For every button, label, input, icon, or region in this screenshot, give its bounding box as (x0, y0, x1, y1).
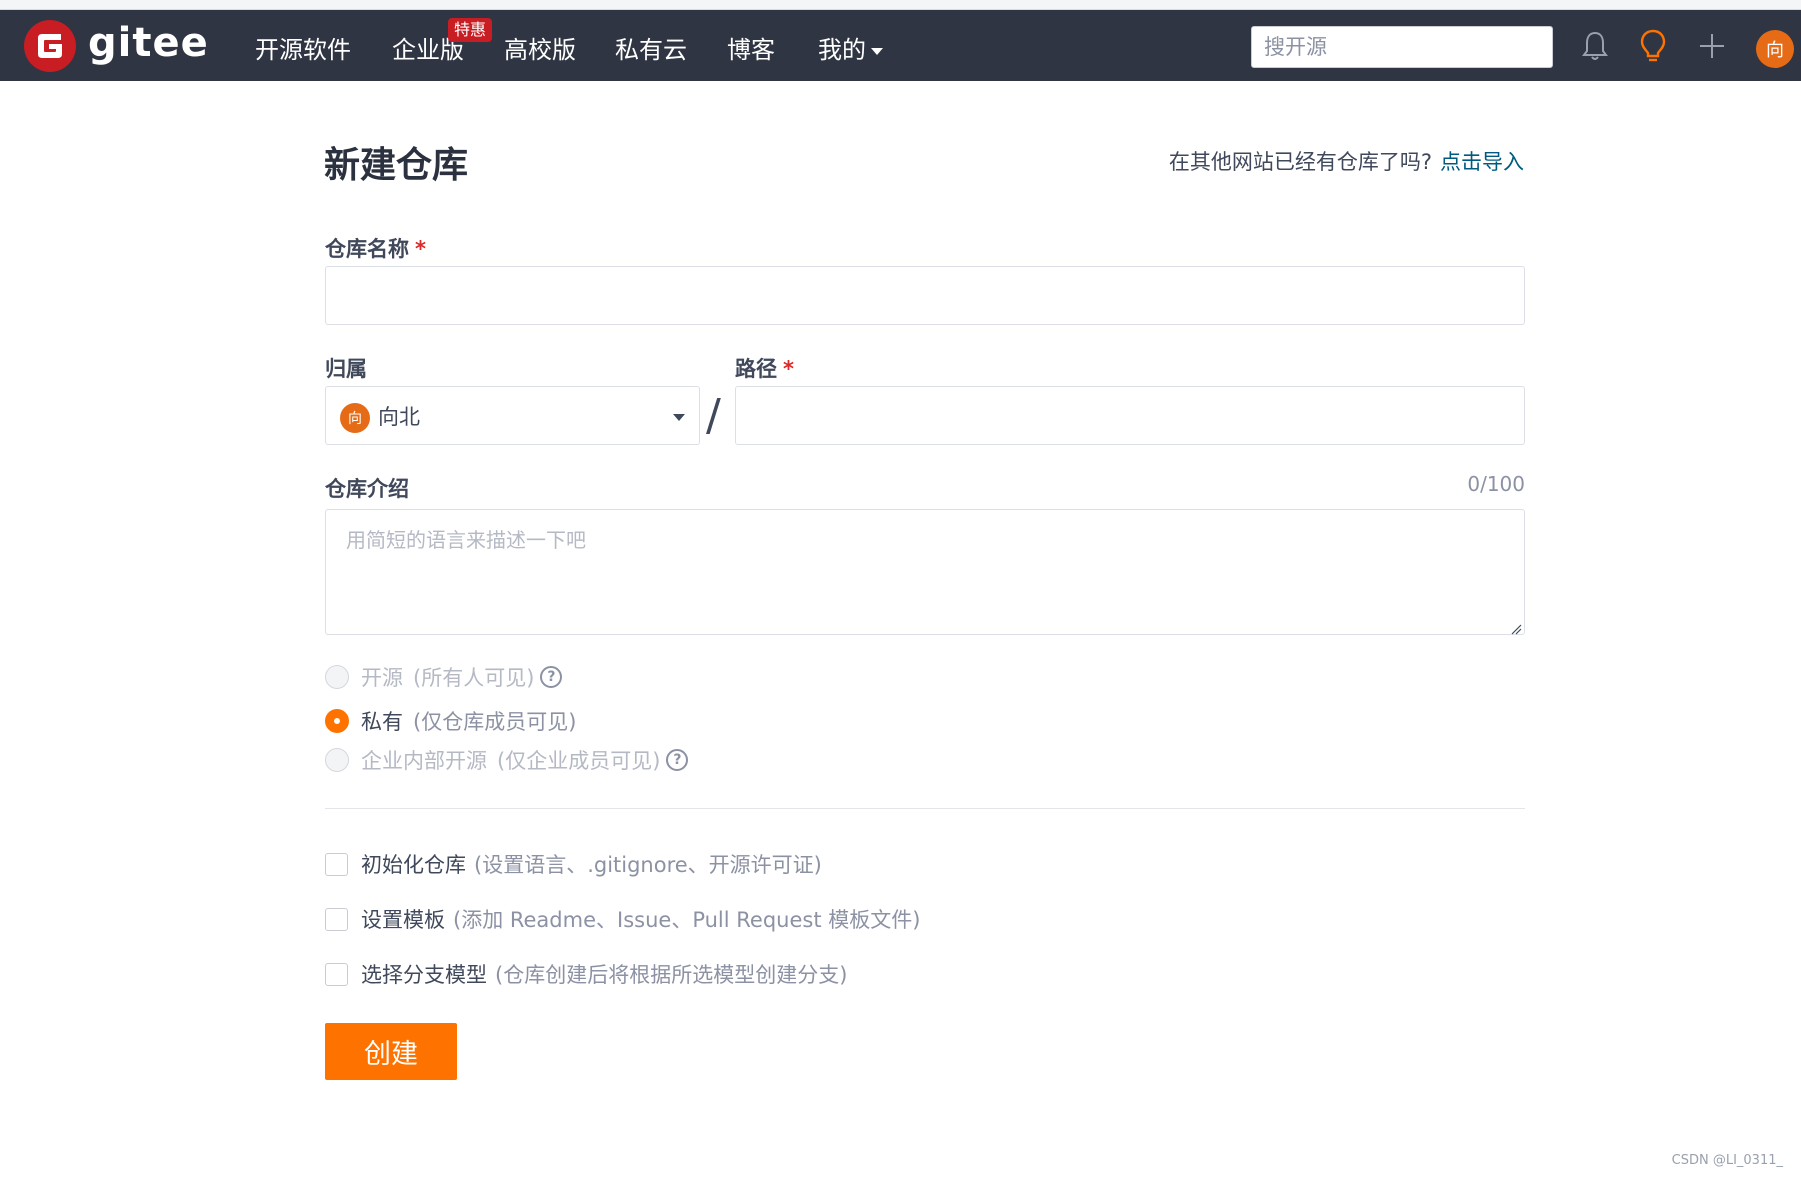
plus-icon[interactable] (1694, 28, 1730, 64)
import-hint: 在其他网站已经有仓库了吗? 点击导入 (1169, 146, 1524, 176)
option-template[interactable]: 设置模板 (添加 Readme、Issue、Pull Request 模板文件) (325, 904, 920, 934)
intro-char-counter: 0/100 (1467, 472, 1525, 496)
intro-textarea[interactable] (325, 509, 1525, 635)
nav-mine-label: 我的 (818, 36, 866, 64)
required-mark: * (783, 357, 794, 381)
search-input[interactable] (1251, 26, 1553, 68)
radio-private-desc: (仅仓库成员可见) (413, 710, 577, 734)
watermark: CSDN @LI_0311_ (1671, 1153, 1783, 1168)
radio-internal-label: 企业内部开源 (361, 749, 487, 773)
help-icon[interactable]: ? (666, 749, 689, 771)
intro-label: 仓库介绍 (325, 477, 409, 501)
radio-private-label: 私有 (361, 710, 403, 734)
nav-university[interactable]: 高校版 (504, 30, 576, 65)
option-template-label: 设置模板 (361, 908, 445, 932)
radio-public-desc: (所有人可见) (413, 666, 535, 690)
checkbox-branch-model[interactable] (325, 962, 348, 986)
path-label: 路径 * (735, 353, 794, 383)
required-mark: * (415, 237, 426, 261)
repo-name-label: 仓库名称 * (325, 233, 426, 263)
path-input[interactable] (735, 386, 1525, 445)
radio-internal-desc: (仅企业成员可见) (497, 749, 661, 773)
option-init-repo[interactable]: 初始化仓库 (设置语言、.gitignore、开源许可证) (325, 849, 822, 879)
create-button[interactable]: 创建 (325, 1023, 457, 1080)
checkbox-template[interactable] (325, 907, 348, 931)
visibility-option-private[interactable]: 私有 (仅仓库成员可见) (325, 706, 576, 736)
option-branch-model-label: 选择分支模型 (361, 963, 487, 987)
option-init-repo-desc: (设置语言、.gitignore、开源许可证) (474, 853, 822, 877)
radio-public-label: 开源 (361, 666, 403, 690)
path-separator: / (706, 390, 721, 441)
visibility-option-internal[interactable]: 企业内部开源 (仅企业成员可见) ? (325, 745, 689, 775)
radio-internal[interactable] (325, 748, 349, 772)
bell-icon[interactable] (1577, 28, 1613, 64)
browser-top-strip (0, 0, 1801, 10)
help-icon[interactable]: ? (540, 666, 563, 688)
option-template-desc: (添加 Readme、Issue、Pull Request 模板文件) (453, 908, 921, 932)
page-title: 新建仓库 (324, 145, 469, 186)
radio-public[interactable] (325, 665, 349, 689)
nav-mine-dropdown[interactable]: 我的 (818, 30, 883, 65)
repo-name-input[interactable] (325, 266, 1525, 325)
user-avatar[interactable]: 向 (1756, 30, 1794, 68)
nav-open-source[interactable]: 开源软件 (255, 30, 351, 65)
section-divider (325, 808, 1525, 809)
nav-enterprise-badge: 特惠 (448, 18, 493, 42)
chevron-down-icon (871, 47, 883, 55)
option-init-repo-label: 初始化仓库 (361, 853, 466, 877)
nav-blog[interactable]: 博客 (727, 30, 775, 65)
import-link[interactable]: 点击导入 (1440, 150, 1524, 174)
radio-private[interactable] (325, 709, 349, 733)
gitee-logo[interactable]: gitee (24, 20, 209, 72)
top-navbar: gitee 开源软件 企业版 特惠 高校版 私有云 博客 我的 向 (0, 10, 1801, 81)
path-label-text: 路径 (735, 357, 777, 381)
owner-avatar: 向 (340, 402, 370, 433)
checkbox-init-repo[interactable] (325, 852, 348, 876)
owner-select[interactable]: 向 向北 (325, 386, 700, 445)
owner-label: 归属 (325, 357, 367, 381)
lightbulb-icon[interactable] (1635, 28, 1671, 64)
resize-handle-icon[interactable] (1510, 620, 1522, 635)
logo-wordmark: gitee (88, 20, 209, 66)
option-branch-model[interactable]: 选择分支模型 (仓库创建后将根据所选模型创建分支) (325, 959, 847, 989)
nav-private-cloud[interactable]: 私有云 (615, 30, 687, 65)
repo-name-label-text: 仓库名称 (325, 237, 409, 261)
caret-down-icon (673, 414, 685, 421)
visibility-option-public[interactable]: 开源 (所有人可见) ? (325, 662, 563, 692)
owner-select-value: 向北 (378, 404, 420, 429)
option-branch-model-desc: (仓库创建后将根据所选模型创建分支) (495, 963, 848, 987)
import-hint-text: 在其他网站已经有仓库了吗? (1168, 150, 1432, 174)
gitee-logo-icon (24, 20, 76, 72)
